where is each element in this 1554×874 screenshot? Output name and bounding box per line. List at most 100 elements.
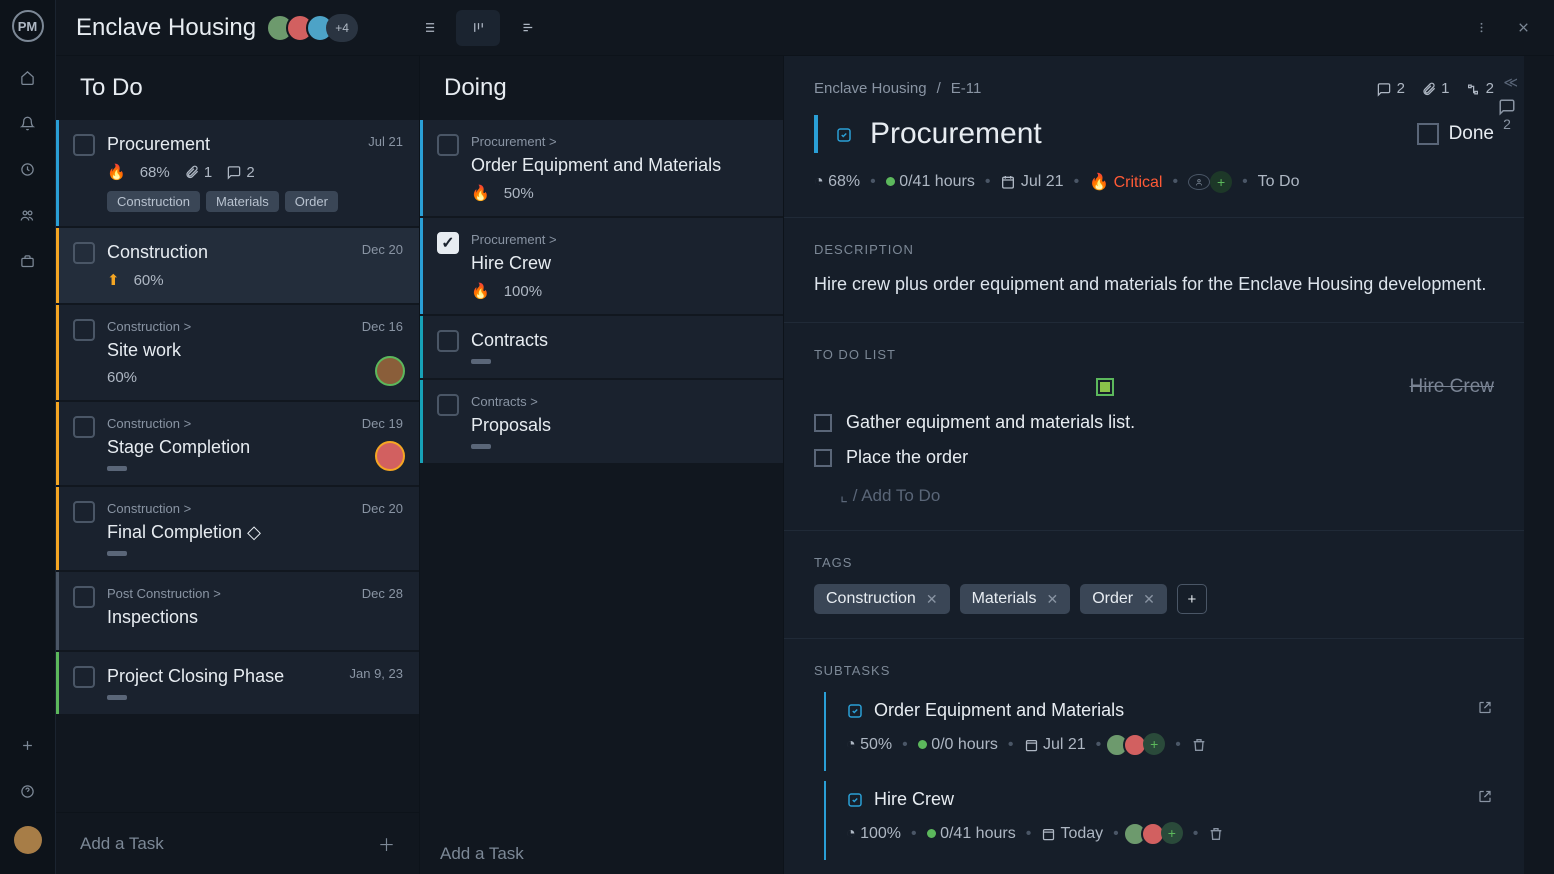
todo-item[interactable]: Gather equipment and materials list. [814, 412, 1494, 433]
task-card[interactable]: Contracts [420, 316, 783, 378]
card-parent: Construction > [107, 416, 401, 431]
card-title: Final Completion ◇ [107, 522, 401, 543]
todo-checkbox[interactable] [814, 449, 832, 467]
view-list-icon[interactable] [406, 10, 450, 46]
comments-count[interactable]: 2 [1376, 80, 1405, 97]
subtask-item[interactable]: Order Equipment and Materials ◔ 50%• 0/0… [824, 692, 1494, 771]
card-checkbox[interactable] [437, 330, 459, 352]
task-card[interactable]: Jul 21 Procurement 🔥 68% 1 2 Constructio… [56, 120, 419, 226]
plus-icon[interactable] [17, 734, 39, 756]
hours-meta[interactable]: 0/41 hours [886, 173, 975, 191]
assignee-avatar[interactable] [375, 441, 405, 471]
done-checkbox[interactable] [1417, 123, 1439, 145]
todo-item[interactable]: Place the order [814, 447, 1494, 468]
add-assignee-icon[interactable]: + [1161, 822, 1183, 844]
task-card[interactable]: Dec 19 Construction > Stage Completion [56, 402, 419, 485]
task-card[interactable]: Dec 28 Post Construction > Inspections [56, 572, 419, 650]
open-subtask-icon[interactable] [1476, 698, 1494, 715]
card-checkbox[interactable] [73, 319, 95, 341]
close-icon[interactable] [1512, 17, 1534, 39]
card-checkbox[interactable] [437, 134, 459, 156]
card-checkbox[interactable]: ✓ [437, 232, 459, 254]
todo-checkbox[interactable] [814, 414, 832, 432]
add-tag-button[interactable]: + [1177, 584, 1207, 614]
task-card[interactable]: Dec 20 Construction > Final Completion ◇ [56, 487, 419, 570]
subtasks-count[interactable]: 2 [1465, 80, 1494, 97]
more-icon[interactable] [1470, 17, 1492, 39]
briefcase-icon[interactable] [17, 250, 39, 272]
app-logo[interactable]: PM [12, 10, 44, 42]
task-card[interactable]: ✓ Procurement > Hire Crew 🔥 100% [420, 218, 783, 314]
home-icon[interactable] [17, 66, 39, 88]
subtask-item[interactable]: Hire Crew ◔ 100%• 0/41 hours• Today• +• [824, 781, 1494, 860]
card-date: Dec 20 [362, 242, 403, 257]
card-percent: 68% [140, 164, 170, 181]
delete-icon[interactable] [1191, 736, 1207, 754]
card-title: Contracts [471, 330, 765, 351]
collapse-icon[interactable]: ≪ [1503, 74, 1518, 91]
view-board-icon[interactable] [456, 10, 500, 46]
todo-checkbox[interactable] [1096, 378, 1114, 396]
description-text[interactable]: Hire crew plus order equipment and mater… [814, 271, 1494, 298]
card-checkbox[interactable] [73, 416, 95, 438]
mark-done[interactable]: Done [1417, 123, 1494, 145]
task-card[interactable]: Jan 9, 23 Project Closing Phase [56, 652, 419, 714]
card-tag[interactable]: Construction [107, 191, 200, 212]
member-avatars[interactable]: +4 [274, 14, 358, 42]
add-todo-input[interactable]: ⌞ / Add To Do [840, 486, 1494, 506]
remove-tag-icon[interactable]: ✕ [1046, 591, 1058, 608]
avatar-overflow[interactable]: +4 [326, 14, 358, 42]
breadcrumb-id[interactable]: E-11 [951, 80, 982, 97]
task-card[interactable]: Contracts > Proposals [420, 380, 783, 463]
progress-meta[interactable]: ◔ 68% [814, 173, 860, 191]
card-checkbox[interactable] [73, 242, 95, 264]
team-icon[interactable] [17, 204, 39, 226]
todo-item[interactable]: Hire Crew [814, 376, 1494, 398]
task-card[interactable]: Dec 16 Construction > Site work 60% [56, 305, 419, 400]
assignee-avatar[interactable] [375, 356, 405, 386]
task-card[interactable]: Dec 20 Construction ⬆ 60% [56, 228, 419, 303]
card-checkbox[interactable] [73, 666, 95, 688]
card-checkbox[interactable] [73, 586, 95, 608]
status-meta[interactable]: To Do [1258, 173, 1300, 191]
card-date: Dec 20 [362, 501, 403, 516]
tags-label: TAGS [814, 555, 1494, 570]
tag-chip[interactable]: Order✕ [1080, 584, 1167, 614]
clock-icon[interactable] [17, 158, 39, 180]
view-gantt-icon[interactable] [506, 10, 550, 46]
card-percent: 100% [504, 283, 542, 300]
attachments-count[interactable]: 1 [1421, 80, 1450, 97]
open-subtask-icon[interactable] [1476, 787, 1494, 804]
card-checkbox[interactable] [437, 394, 459, 416]
card-percent: 50% [504, 185, 534, 202]
add-task-button[interactable]: Add a Task [420, 834, 783, 874]
add-assignee-icon[interactable]: + [1143, 733, 1165, 755]
priority-meta[interactable]: 🔥 Critical [1089, 172, 1162, 192]
bell-icon[interactable] [17, 112, 39, 134]
progress-bar [107, 466, 127, 471]
subtask-check-icon [846, 700, 864, 721]
card-checkbox[interactable] [73, 134, 95, 156]
todo-text: Place the order [846, 447, 968, 468]
card-title: Site work [107, 340, 401, 361]
tag-chip[interactable]: Construction✕ [814, 584, 950, 614]
remove-tag-icon[interactable]: ✕ [1143, 591, 1155, 608]
remove-tag-icon[interactable]: ✕ [926, 591, 938, 608]
card-tag[interactable]: Materials [206, 191, 279, 212]
card-checkbox[interactable] [73, 501, 95, 523]
due-meta[interactable]: Jul 21 [1000, 173, 1063, 191]
side-comments-icon[interactable]: 2 [1498, 98, 1516, 132]
tag-chip[interactable]: Materials✕ [960, 584, 1071, 614]
add-task-button[interactable]: Add a Task＋ [56, 812, 419, 874]
todo-text: Gather equipment and materials list. [846, 412, 1135, 433]
breadcrumb-project[interactable]: Enclave Housing [814, 80, 927, 97]
plus-icon: ＋ [378, 831, 395, 856]
task-card[interactable]: Procurement > Order Equipment and Materi… [420, 120, 783, 216]
delete-icon[interactable] [1208, 825, 1224, 843]
help-icon[interactable] [17, 780, 39, 802]
current-user-avatar[interactable] [14, 826, 42, 854]
column-todo: To Do Jul 21 Procurement 🔥 68% 1 2 Const… [56, 56, 420, 874]
assignee-icon[interactable]: + [1188, 171, 1232, 193]
card-tag[interactable]: Order [285, 191, 338, 212]
task-title[interactable]: Procurement [870, 117, 1042, 151]
